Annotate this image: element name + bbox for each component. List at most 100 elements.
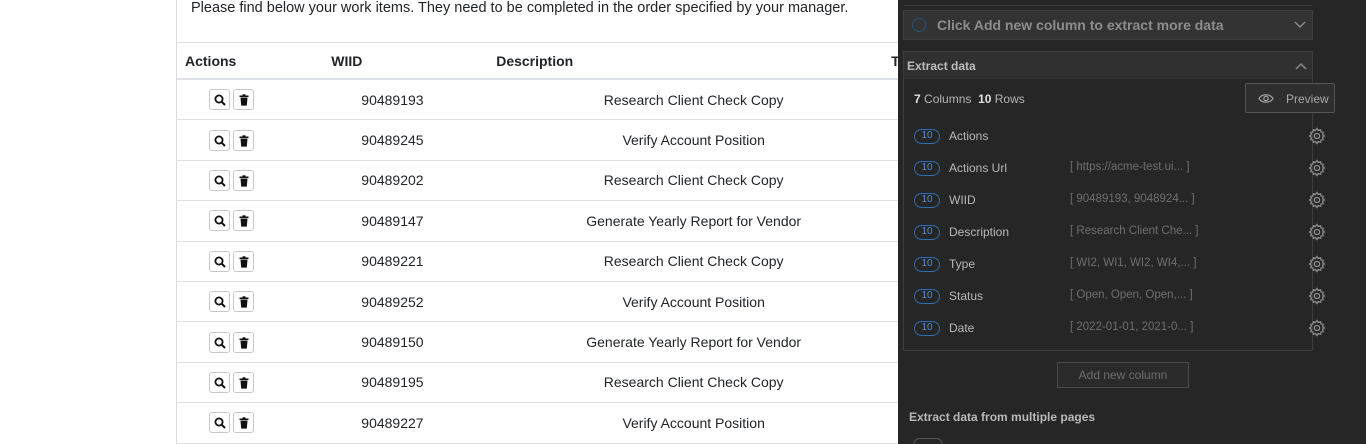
row-actions <box>177 119 332 161</box>
table-header-row: Actions WIID Description Type <box>177 43 899 80</box>
delete-button[interactable] <box>233 291 254 313</box>
column-name: Actions Url <box>949 161 1008 175</box>
column-count-badge: 10 <box>914 225 940 240</box>
extracted-column-row[interactable]: 10 Actions <box>914 127 1326 147</box>
header-description: Description <box>496 43 892 80</box>
multi-pages-toggle[interactable] <box>913 438 943 444</box>
extracted-column-row[interactable]: 10 Date [ 2022-01-01, 2021-0... ] <box>914 319 1326 339</box>
row-wiid: 90489147 <box>331 200 497 242</box>
row-description: Generate Yearly Report for Vendor <box>496 321 892 363</box>
delete-button[interactable] <box>233 250 254 272</box>
row-actions <box>177 79 332 121</box>
gear-icon[interactable] <box>1308 319 1326 342</box>
chevron-up-icon[interactable] <box>1295 62 1307 70</box>
column-preview: [ 2022-01-01, 2021-0... ] <box>1070 321 1194 333</box>
delete-button[interactable] <box>233 331 254 353</box>
delete-button[interactable] <box>233 210 254 232</box>
section-header[interactable]: Extract data <box>904 52 1312 79</box>
delete-button[interactable] <box>233 129 254 151</box>
delete-button[interactable] <box>233 371 254 393</box>
gear-icon[interactable] <box>1308 223 1326 246</box>
column-preview: [ https://acme-test.ui... ] <box>1070 161 1190 173</box>
columns-count: 7 <box>914 92 921 106</box>
column-count-badge: 10 <box>914 161 940 176</box>
extraction-panel: Click Add new column to extract more dat… <box>898 0 1366 444</box>
row-actions <box>177 402 332 444</box>
column-count-badge: 10 <box>914 321 940 336</box>
delete-button[interactable] <box>233 412 254 434</box>
gear-icon[interactable] <box>1308 255 1326 278</box>
row-wiid: 90489202 <box>331 160 497 202</box>
extracted-column-row[interactable]: 10 Type [ WI2, WI1, WI2, WI4,... ] <box>914 255 1326 275</box>
columns-rows-count: 7 Columns 10 Rows <box>914 92 1025 106</box>
column-name: Date <box>949 321 975 335</box>
view-button[interactable] <box>209 129 230 151</box>
extracted-column-row[interactable]: 10 WIID [ 90489193, 9048924... ] <box>914 191 1326 211</box>
divider <box>904 5 1312 6</box>
preview-label: Preview <box>1286 92 1329 106</box>
add-column-hint-banner[interactable]: Click Add new column to extract more dat… <box>903 10 1313 40</box>
table-row: 90489150 Generate Yearly Report for Vendo… <box>177 321 899 363</box>
row-description: Research Client Check Copy <box>496 241 892 282</box>
table-row: 90489193Research Client Check CopyWI2 <box>177 79 899 121</box>
banner-text: Click Add new column to extract more dat… <box>937 17 1224 33</box>
columns-label: Columns <box>924 92 972 106</box>
extracted-column-row[interactable]: 10 Status [ Open, Open, Open,... ] <box>914 287 1326 307</box>
view-button[interactable] <box>209 210 230 232</box>
row-actions <box>177 321 332 363</box>
column-name: Type <box>949 257 976 271</box>
intro-text: Please find below your work items. They … <box>191 0 849 16</box>
column-count-badge: 10 <box>914 257 940 272</box>
row-description: Generate Yearly Report for Vendor <box>496 200 892 242</box>
table-row: 90489245Verify Account PositionWI1 <box>177 119 899 161</box>
table-body: 90489193Research Client Check CopyWI2904… <box>177 79 899 444</box>
row-wiid: 90489150 <box>331 321 497 363</box>
column-name: Status <box>949 289 984 303</box>
table-row: 90489195Research Client Check CopyWI2 <box>177 362 899 404</box>
row-actions <box>177 200 332 242</box>
view-button[interactable] <box>209 89 230 111</box>
chevron-down-icon[interactable] <box>1294 21 1306 29</box>
row-wiid: 90489227 <box>331 402 497 444</box>
view-button[interactable] <box>209 291 230 313</box>
row-actions <box>177 281 332 323</box>
column-preview: [ WI2, WI1, WI2, WI4,... ] <box>1070 257 1197 269</box>
row-description: Verify Account Position <box>496 119 892 161</box>
extracted-column-row[interactable]: 10 Description [ Research Client Che... ] <box>914 223 1326 243</box>
delete-button[interactable] <box>233 89 254 111</box>
row-actions <box>177 362 332 404</box>
add-new-column-button[interactable]: Add new column <box>1057 362 1189 388</box>
column-count-badge: 10 <box>914 193 940 208</box>
row-description: Research Client Check Copy <box>496 362 892 404</box>
column-name: Description <box>949 225 1010 239</box>
table-row: 90489252Verify Account PositionWI1 <box>177 281 899 323</box>
extract-data-section: Extract data 7 Columns 10 Rows Preview 1… <box>903 51 1335 351</box>
column-count-badge: 10 <box>914 129 940 144</box>
table-row: 90489227Verify Account PositionWI1 <box>177 402 899 444</box>
gear-icon[interactable] <box>1308 127 1326 150</box>
row-wiid: 90489193 <box>331 79 497 121</box>
column-name: WIID <box>949 193 976 207</box>
work-items-page: Please find below your work items. They … <box>176 0 899 444</box>
rows-label: Rows <box>994 92 1025 106</box>
gear-icon[interactable] <box>1308 287 1326 310</box>
view-button[interactable] <box>209 250 230 272</box>
row-actions <box>177 160 332 202</box>
preview-button[interactable]: Preview <box>1245 83 1335 113</box>
gear-icon[interactable] <box>1308 191 1326 214</box>
header-wiid: WIID <box>331 43 497 80</box>
extracted-column-row[interactable]: 10 Actions Url [ https://acme-test.ui... ] <box>914 159 1326 179</box>
row-description: Research Client Check Copy <box>496 160 892 202</box>
gear-icon[interactable] <box>1308 159 1326 182</box>
column-preview: [ Research Client Che... ] <box>1070 225 1199 237</box>
view-button[interactable] <box>209 331 230 353</box>
row-actions <box>177 241 332 282</box>
row-description: Verify Account Position <box>496 281 892 323</box>
view-button[interactable] <box>209 371 230 393</box>
view-button[interactable] <box>209 169 230 191</box>
delete-button[interactable] <box>233 169 254 191</box>
row-wiid: 90489245 <box>331 119 497 161</box>
view-button[interactable] <box>209 412 230 434</box>
row-wiid: 90489195 <box>331 362 497 404</box>
row-description: Research Client Check Copy <box>496 79 892 121</box>
